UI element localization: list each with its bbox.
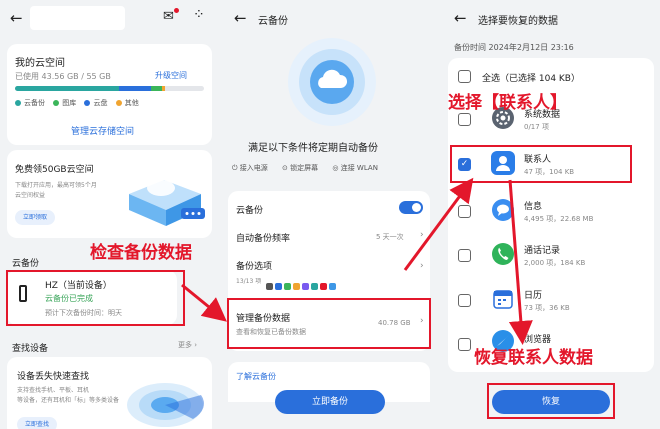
annotation-arrows (181, 177, 533, 345)
arrow-to-contacts (403, 177, 474, 271)
arrow-to-manage-backup (181, 283, 227, 322)
arrow-to-restore (508, 179, 533, 345)
